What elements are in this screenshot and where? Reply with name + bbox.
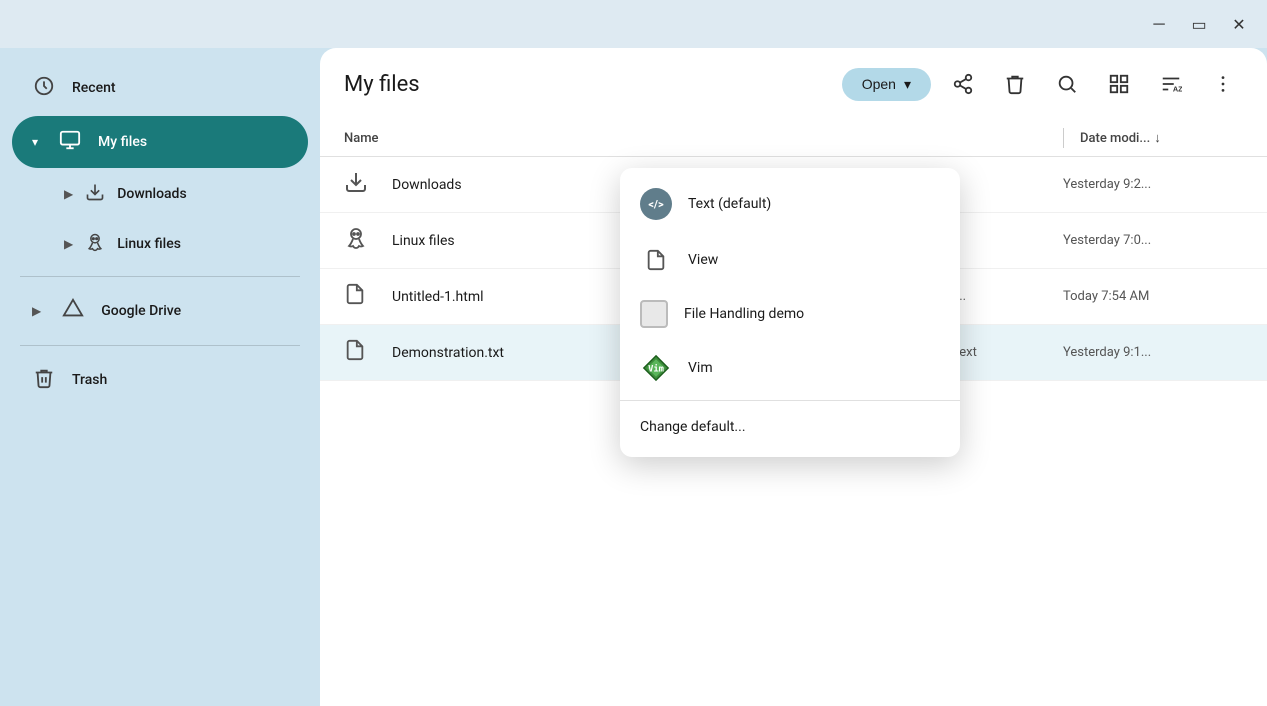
minimize-button[interactable]: ─ (1143, 8, 1175, 40)
svg-text:AZ: AZ (1173, 84, 1182, 93)
recent-icon (32, 75, 56, 102)
myfiles-icon (58, 129, 82, 156)
file-date: Yesterday 9:2... (1063, 177, 1243, 192)
close-button[interactable]: ✕ (1223, 8, 1255, 40)
file-date: Yesterday 7:0... (1063, 233, 1243, 248)
sidebar-divider (20, 276, 300, 277)
open-dropdown-icon: ▾ (904, 76, 911, 93)
table-header: Name Date modi... ↓ (320, 120, 1267, 157)
file-date: Yesterday 9:1... (1063, 345, 1243, 360)
dropdown-item-text-default[interactable]: </> Text (default) (620, 176, 960, 232)
open-button[interactable]: Open ▾ (842, 68, 931, 101)
vim-icon: Vim (640, 352, 672, 384)
sidebar-item-label: Downloads (117, 186, 186, 202)
sort-arrow-icon: ↓ (1154, 130, 1161, 146)
delete-icon (1004, 73, 1026, 95)
sidebar-item-label: Google Drive (101, 303, 181, 319)
change-default-button[interactable]: Change default... (620, 405, 960, 449)
download-folder-icon (344, 170, 376, 199)
dropdown-item-label: Text (default) (688, 196, 771, 212)
myfiles-chevron-icon: ▾ (32, 135, 38, 149)
downloads-icon (85, 182, 105, 206)
share-button[interactable] (943, 64, 983, 104)
html-file-icon (344, 283, 376, 310)
dropdown-item-vim[interactable]: Vim Vim (620, 340, 960, 396)
view-file-icon (640, 244, 672, 276)
dropdown-item-label: View (688, 252, 718, 268)
code-icon: </> (640, 188, 672, 220)
grid-view-button[interactable] (1099, 64, 1139, 104)
grid-icon (1108, 73, 1130, 95)
toolbar: My files Open ▾ (320, 48, 1267, 120)
sidebar-item-recent[interactable]: Recent (12, 62, 308, 114)
linuxfiles-chevron-icon: ▶ (64, 237, 73, 251)
maximize-button[interactable]: ▭ (1183, 8, 1215, 40)
sidebar-item-label: My files (98, 134, 147, 150)
dropdown-divider (620, 400, 960, 401)
search-icon (1056, 73, 1078, 95)
trash-icon (32, 367, 56, 394)
svg-text:Vim: Vim (648, 364, 664, 375)
googledrive-icon (61, 298, 85, 325)
open-dropdown-menu: </> Text (default) View File Handling de… (620, 168, 960, 457)
sidebar-item-myfiles[interactable]: ▾ My files (12, 116, 308, 168)
sidebar-item-label: Linux files (117, 236, 181, 252)
more-button[interactable] (1203, 64, 1243, 104)
sort-button[interactable]: AZ (1151, 64, 1191, 104)
col-name-header[interactable]: Name (344, 131, 803, 146)
page-title: My files (344, 72, 830, 97)
more-icon (1212, 73, 1234, 95)
linuxfiles-icon (85, 232, 105, 256)
sidebar-item-googledrive[interactable]: ▶ Google Drive (12, 285, 308, 337)
sidebar-item-trash[interactable]: Trash (12, 354, 308, 406)
dropdown-item-label: Vim (688, 360, 713, 376)
txt-file-icon (344, 339, 376, 366)
googledrive-chevron-icon: ▶ (32, 304, 41, 318)
sidebar-divider-2 (20, 345, 300, 346)
sidebar-item-linuxfiles[interactable]: ▶ Linux files (12, 220, 308, 268)
dropdown-item-view[interactable]: View (620, 232, 960, 288)
col-divider (1063, 128, 1064, 148)
title-bar: ─ ▭ ✕ (0, 0, 1267, 48)
file-date: Today 7:54 AM (1063, 289, 1243, 304)
sidebar-item-label: Recent (72, 80, 116, 96)
sidebar-item-downloads[interactable]: ▶ Downloads (12, 170, 308, 218)
share-icon (952, 73, 974, 95)
delete-button[interactable] (995, 64, 1035, 104)
file-handling-icon (640, 300, 668, 328)
linux-files-icon (344, 226, 376, 255)
sidebar-item-label: Trash (72, 372, 107, 388)
col-date-header[interactable]: Date modi... ↓ (1063, 128, 1243, 148)
dropdown-item-label: File Handling demo (684, 306, 804, 322)
dropdown-item-file-handling[interactable]: File Handling demo (620, 288, 960, 340)
sort-icon: AZ (1160, 73, 1182, 95)
downloads-chevron-icon: ▶ (64, 187, 73, 201)
sidebar: Recent ▾ My files ▶ Down (0, 48, 320, 706)
search-button[interactable] (1047, 64, 1087, 104)
